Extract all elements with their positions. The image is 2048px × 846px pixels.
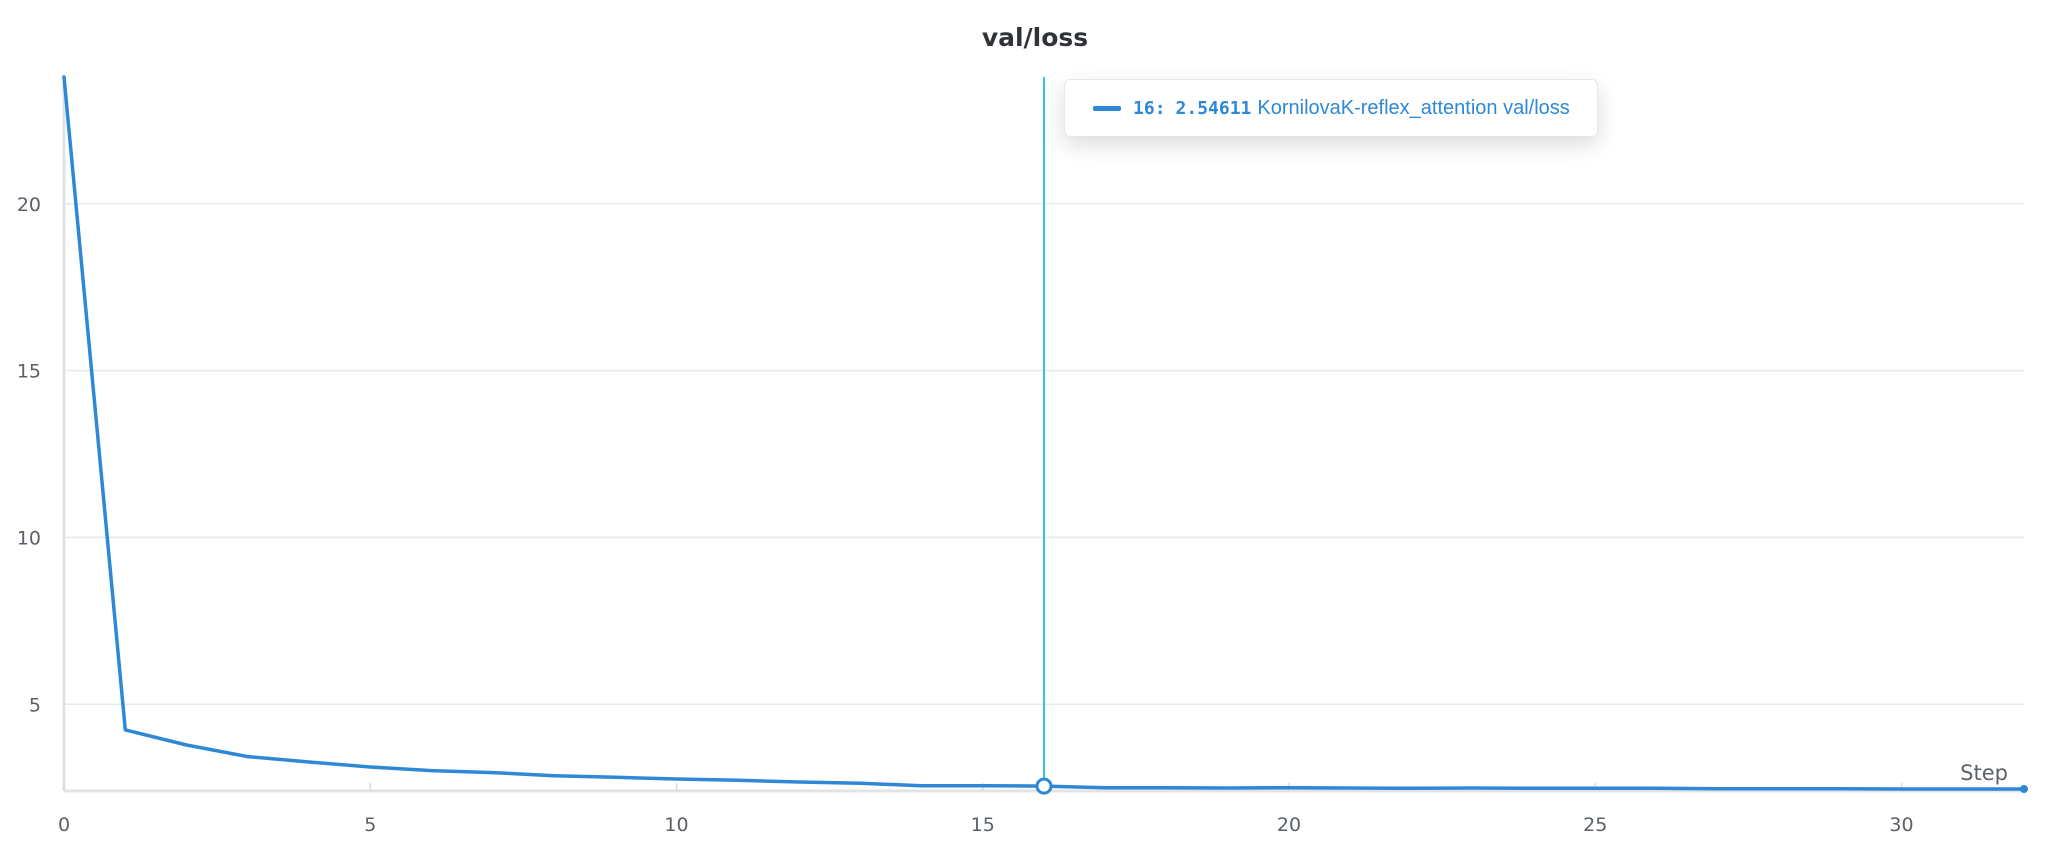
hover-point-marker (1035, 777, 1053, 795)
line-chart: val/loss 5 10 15 20 0 5 10 15 20 25 30 Step (17, 23, 2028, 836)
series-legend-swatch (1093, 105, 1121, 111)
x-tick-label: 10 (664, 814, 688, 836)
tooltip-run-name: KornilovaK-reflex_attention val/loss (1257, 96, 1570, 119)
x-tick-label: 5 (364, 814, 376, 836)
y-tick-label: 5 (29, 694, 41, 716)
tooltip-separator: : (1154, 97, 1166, 119)
tooltip-step: 16 (1133, 97, 1155, 119)
tick-labels: 5 10 15 20 0 5 10 15 20 25 30 (17, 194, 1914, 836)
hover-tooltip: 16 : 2.54611 KornilovaK-reflex_attention… (1064, 79, 1598, 137)
x-tick-label: 25 (1583, 814, 1607, 836)
x-tick-label: 0 (58, 814, 70, 836)
y-tick-label: 20 (17, 194, 41, 216)
hover-crosshair (1035, 77, 1053, 795)
x-tick-label: 20 (1277, 814, 1301, 836)
chart-title: val/loss (982, 23, 1088, 52)
x-axis-label: Step (1960, 761, 2008, 785)
y-tick-label: 15 (17, 361, 41, 383)
y-tick-label: 10 (17, 527, 41, 549)
x-tick-label: 30 (1889, 814, 1913, 836)
series-lines[interactable] (62, 75, 2028, 793)
tooltip-value: 2.54611 (1175, 97, 1252, 119)
series-end-point (2020, 784, 2028, 793)
x-tick-label: 15 (971, 814, 995, 836)
